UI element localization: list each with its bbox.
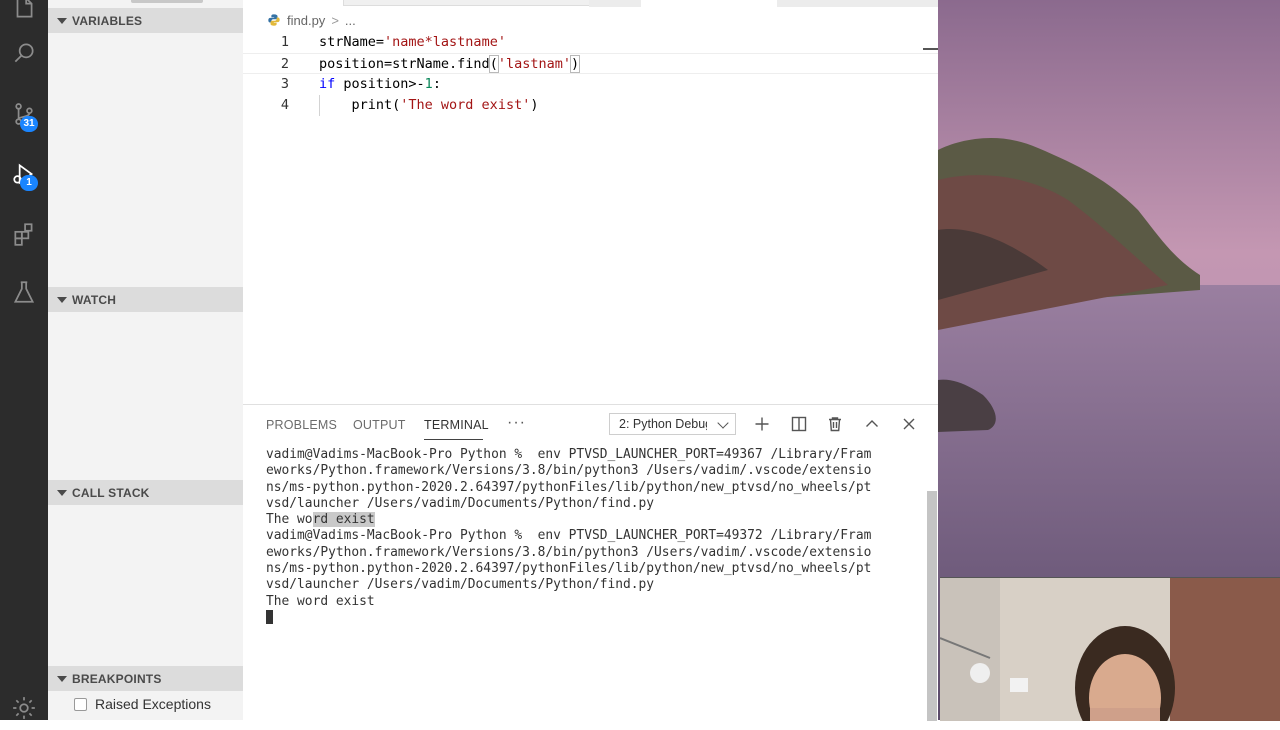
breakpoints-section-header[interactable]: BREAKPOINTS: [48, 666, 243, 691]
terminal-line: eworks/Python.framework/Versions/3.8/bin…: [266, 544, 872, 560]
line-number: 4: [280, 97, 289, 113]
tab-strip-segment: [777, 0, 938, 7]
code-text: print('The word exist'): [319, 97, 539, 113]
terminal-selector-value: 2: Python Debug: [619, 417, 707, 431]
terminal-line: vsd/launcher /Users/vadim/Documents/Pyth…: [266, 495, 655, 511]
indent-guide: [319, 95, 320, 116]
python-file-icon: [268, 14, 280, 26]
breadcrumb: find.py > ...: [267, 11, 356, 29]
tab-strip-segment: [589, 0, 641, 7]
code-line-current[interactable]: 2 position=strName.find('lastnam'): [243, 53, 938, 74]
code-text: strName='name*lastname': [319, 34, 506, 50]
webcam-image: [940, 578, 1280, 721]
test-flask-icon[interactable]: [0, 270, 48, 314]
new-terminal-plus-icon[interactable]: [751, 413, 773, 435]
tab-problems[interactable]: PROBLEMS: [266, 418, 337, 432]
chevron-down-icon: [57, 17, 67, 24]
raised-exceptions-breakpoint[interactable]: Raised Exceptions: [74, 694, 211, 714]
scm-badge: 31: [20, 116, 38, 132]
bottom-panel: PROBLEMS OUTPUT TERMINAL ··· 2: Python D…: [243, 404, 938, 721]
tab-terminal[interactable]: TERMINAL: [424, 418, 489, 432]
chevron-down-icon: [57, 489, 67, 496]
code-line[interactable]: 1 strName='name*lastname': [243, 32, 938, 53]
more-actions-icon[interactable]: ···: [507, 414, 526, 432]
terminal-prompt[interactable]: [266, 609, 906, 626]
chevron-down-icon: [57, 675, 67, 682]
breadcrumb-separator: >: [331, 12, 339, 28]
debug-toolbar-edge: [343, 0, 591, 6]
maximize-chevron-up-icon[interactable]: [861, 413, 883, 435]
variables-label: VARIABLES: [72, 13, 143, 28]
terminal-text: The wo: [266, 512, 313, 528]
terminal-line: vadim@Vadims-MacBook-Pro Python % env PT…: [266, 528, 872, 544]
breadcrumb-file[interactable]: find.py: [287, 13, 325, 28]
code-line[interactable]: 4 print('The word exist'): [243, 95, 938, 116]
overview-ruler-mark: [923, 48, 938, 50]
debug-sidebar: VARIABLES WATCH CALL STACK BREAKPOINTS: [48, 0, 243, 720]
search-icon[interactable]: [0, 31, 48, 75]
watch-label: WATCH: [72, 292, 117, 307]
terminal-line: vsd/launcher /Users/vadim/Documents/Pyth…: [266, 577, 655, 593]
activity-bar: 31 1: [0, 0, 48, 720]
variables-section-header[interactable]: VARIABLES: [48, 8, 243, 33]
raised-exceptions-label: Raised Exceptions: [95, 696, 211, 712]
extensions-icon[interactable]: [0, 212, 48, 256]
line-number: 1: [280, 34, 289, 50]
close-panel-icon[interactable]: [898, 413, 920, 435]
terminal-line: eworks/Python.framework/Versions/3.8/bin…: [266, 463, 872, 479]
terminal-cursor: [266, 609, 273, 624]
chevron-down-icon: [717, 417, 729, 429]
tab-output[interactable]: OUTPUT: [353, 418, 406, 432]
webcam-overlay: [940, 577, 1280, 721]
call-stack-section-header[interactable]: CALL STACK: [48, 480, 243, 505]
terminal-selection: rd exist: [312, 512, 375, 528]
terminal-line: ns/ms-python.python-2020.2.64397/pythonF…: [266, 561, 872, 577]
breadcrumb-more[interactable]: ...: [345, 13, 356, 28]
terminal-line: The word exist: [266, 593, 375, 609]
terminal-selector[interactable]: 2: Python Debug: [609, 413, 736, 435]
debug-badge: 1: [20, 175, 38, 191]
line-number: 3: [280, 76, 289, 92]
terminal-line: vadim@Vadims-MacBook-Pro Python % env PT…: [266, 447, 872, 462]
active-tab-indicator: [424, 439, 483, 440]
files-icon[interactable]: [0, 0, 48, 30]
code-text: if position>-1:: [319, 76, 441, 92]
watch-section-header[interactable]: WATCH: [48, 287, 243, 312]
terminal-line: ns/ms-python.python-2020.2.64397/pythonF…: [266, 479, 872, 495]
line-number: 2: [280, 56, 289, 72]
code-editor[interactable]: find.py > ... 1 strName='name*lastname' …: [243, 0, 938, 404]
code-text: position=strName.find('lastnam'): [319, 55, 581, 73]
raised-exceptions-checkbox[interactable]: [74, 697, 87, 711]
chevron-down-icon: [57, 296, 67, 303]
call-stack-label: CALL STACK: [72, 485, 150, 500]
trash-icon[interactable]: [824, 413, 846, 435]
terminal-line-selected: The word exist: [266, 512, 906, 528]
terminal-output[interactable]: vadim@Vadims-MacBook-Pro Python % env PT…: [266, 447, 906, 626]
breakpoints-label: BREAKPOINTS: [72, 671, 162, 686]
sidebar-toolbar-edge: [131, 0, 203, 3]
split-terminal-icon[interactable]: [788, 413, 810, 435]
terminal-scrollbar[interactable]: [927, 491, 937, 721]
settings-gear-icon[interactable]: [0, 686, 48, 730]
code-line[interactable]: 3 if position>-1:: [243, 74, 938, 95]
